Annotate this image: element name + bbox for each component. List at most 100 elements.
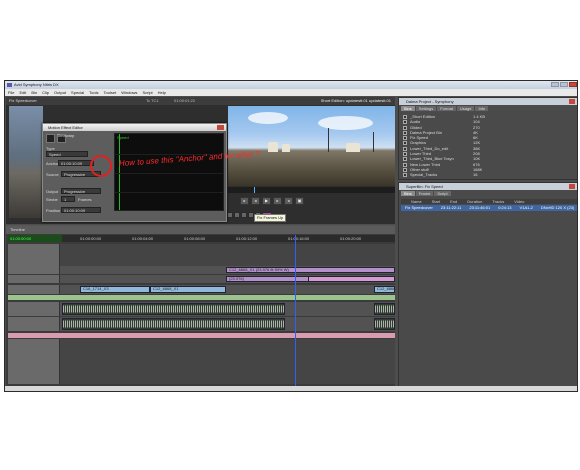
tab-format[interactable]: Format (437, 106, 456, 111)
clip-block[interactable]: C12_6868_X1 (150, 286, 226, 293)
play-button[interactable]: ▶ (262, 197, 271, 205)
track-header[interactable] (8, 275, 60, 283)
table-row[interactable]: Fix Speedcover 23:11:22:11 23:11:46:01 0… (401, 205, 577, 211)
clip-block[interactable]: (23.976) (226, 276, 316, 282)
thumbnail-icon[interactable] (46, 134, 55, 143)
crane-shape (373, 132, 374, 152)
menu-special[interactable]: Special (71, 89, 84, 96)
clip-start: 23:11:22:11 (440, 205, 462, 210)
anchor-field[interactable]: 01:00:10:09 (58, 160, 94, 166)
clip-block[interactable]: C12_6868_X1 (23.976 fit 59% W) (226, 267, 395, 273)
bin-size: 16 (473, 172, 478, 178)
clip-tracks: V1A1-2 (519, 205, 533, 210)
list-item[interactable]: Special_Tracks 16 (403, 172, 575, 178)
tab-script[interactable]: Script (434, 191, 451, 196)
track-header[interactable] (8, 266, 60, 274)
menu-toolset[interactable]: Toolset (104, 89, 117, 96)
strobe-field[interactable]: 1 (61, 196, 75, 202)
menu-bin[interactable]: Bin (31, 89, 37, 96)
timeline-ruler[interactable]: 01:00:00:00 01:00:04:00 01:00:08:00 01:0… (62, 235, 395, 242)
composer-title: Fix Speedcover (9, 98, 37, 103)
close-button[interactable] (569, 82, 577, 87)
audio-clip[interactable] (62, 303, 285, 315)
column-end[interactable]: End (450, 199, 457, 204)
column-start[interactable]: Start (432, 199, 440, 204)
anchor-highlight-circle (90, 155, 112, 177)
mee-close-button[interactable] (217, 125, 224, 130)
position-field[interactable]: 01:00:10:09 (61, 207, 101, 213)
tank-shape (346, 143, 360, 152)
ruler-tick-label: 01:00:12:00 (236, 236, 258, 241)
record-monitor[interactable] (228, 106, 395, 186)
track-v1[interactable]: C16_1714_X3 C12_6868_X1 C12_6868_X1 (8, 285, 395, 294)
taskbar (5, 386, 577, 391)
track-header[interactable] (8, 302, 60, 316)
bin-icon (403, 141, 407, 146)
menu-tools[interactable]: Tools (89, 89, 98, 96)
column-name[interactable]: Name (411, 199, 422, 204)
type-select[interactable]: Speed (46, 151, 88, 157)
track-header[interactable] (8, 317, 60, 331)
tab-frame[interactable]: Frame (415, 191, 434, 196)
graph-cursor[interactable] (119, 134, 120, 210)
menu-clip[interactable]: Clip (42, 89, 49, 96)
track-v1b[interactable]: (23.976) (8, 275, 395, 283)
speed-graph[interactable]: Speed (114, 133, 224, 211)
tab-usage[interactable]: Usage (456, 106, 475, 111)
audio-clip[interactable] (374, 303, 395, 315)
track-header[interactable] (8, 285, 60, 294)
tab-bins[interactable]: Bins (401, 191, 415, 196)
window-controls (551, 82, 577, 87)
track-v2[interactable]: C12_6868_X1 (23.976 fit 59% W) (8, 266, 395, 274)
column-tracks[interactable]: Tracks (492, 199, 504, 204)
step-forward-button[interactable]: ▸ (273, 197, 282, 205)
composer-header: Fix Speedcover Tc TC1 01:00:01:22 Short … (6, 97, 395, 105)
column-video[interactable]: Video (514, 199, 524, 204)
timeline-empty-area[interactable] (8, 244, 395, 266)
mark-in-button[interactable]: ▸ (240, 197, 249, 205)
tab-info[interactable]: Info (475, 106, 489, 111)
bin-list: _Short Edition 1.4 KB Audio 104 Gilded 270 … (403, 114, 575, 178)
menu-script[interactable]: Script (142, 89, 152, 96)
audio-clip[interactable] (374, 318, 395, 330)
output-select[interactable]: Progressive (61, 188, 101, 194)
tool-button[interactable] (234, 212, 240, 218)
column-duration[interactable]: Duration (467, 199, 482, 204)
tank-shape (282, 144, 290, 152)
superbin-close-button[interactable] (569, 184, 575, 189)
timeline-empty-area[interactable] (8, 339, 395, 384)
track-a2[interactable] (8, 317, 395, 331)
ruler-tick-label: 01:00:16:00 (288, 236, 310, 241)
audio-clip[interactable] (62, 318, 285, 330)
position-bar[interactable] (228, 187, 395, 193)
graph-gridline (115, 192, 223, 193)
splice-button[interactable]: ▣ (295, 197, 304, 205)
tool-button[interactable] (227, 212, 233, 218)
project-close-button[interactable] (569, 99, 575, 104)
track-a1[interactable] (8, 302, 395, 316)
menu-output[interactable]: Output (54, 89, 66, 96)
clip-block[interactable] (308, 276, 395, 282)
maximize-button[interactable] (560, 82, 568, 87)
menu-edit[interactable]: Edit (19, 89, 26, 96)
tc-label[interactable]: Tc TC1 (146, 97, 159, 105)
source-monitor[interactable] (9, 106, 43, 218)
position-indicator[interactable] (254, 187, 255, 193)
minimize-button[interactable] (551, 82, 559, 87)
tab-settings[interactable]: Settings (415, 106, 437, 111)
clip-block[interactable]: C16_1714_X3 (80, 286, 150, 293)
menu-windows[interactable]: Windows (121, 89, 137, 96)
menu-file[interactable]: File (8, 89, 14, 96)
timeline-timecode: 01:00:00:00 (8, 235, 62, 242)
bin-icon (403, 130, 407, 135)
mark-out-button[interactable]: ◂ (284, 197, 293, 205)
menu-help[interactable]: Help (158, 89, 166, 96)
step-back-button[interactable]: ◂ (251, 197, 260, 205)
track-pink-strip (8, 333, 395, 338)
timeline-position-indicator[interactable] (295, 235, 296, 391)
clip-block[interactable]: C12_6868_X1 (374, 286, 395, 293)
tool-button[interactable] (241, 212, 247, 218)
bin-icon (403, 120, 407, 125)
tab-bins[interactable]: Bins (401, 106, 415, 111)
strobe-label: Strobe (46, 197, 58, 202)
